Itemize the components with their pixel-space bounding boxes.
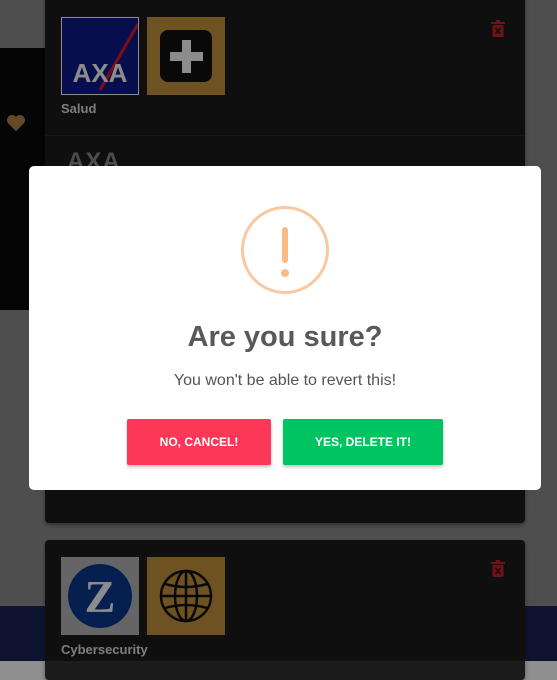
confirm-delete-button[interactable]: YES, DELETE IT! bbox=[283, 419, 443, 465]
dialog-title: Are you sure? bbox=[187, 321, 383, 353]
warning-icon bbox=[241, 206, 329, 294]
dialog-text: You won't be able to revert this! bbox=[173, 372, 397, 389]
cancel-button[interactable]: NO, CANCEL! bbox=[127, 419, 271, 465]
confirm-dialog: Are you sure? You won't be able to rever… bbox=[29, 166, 541, 490]
